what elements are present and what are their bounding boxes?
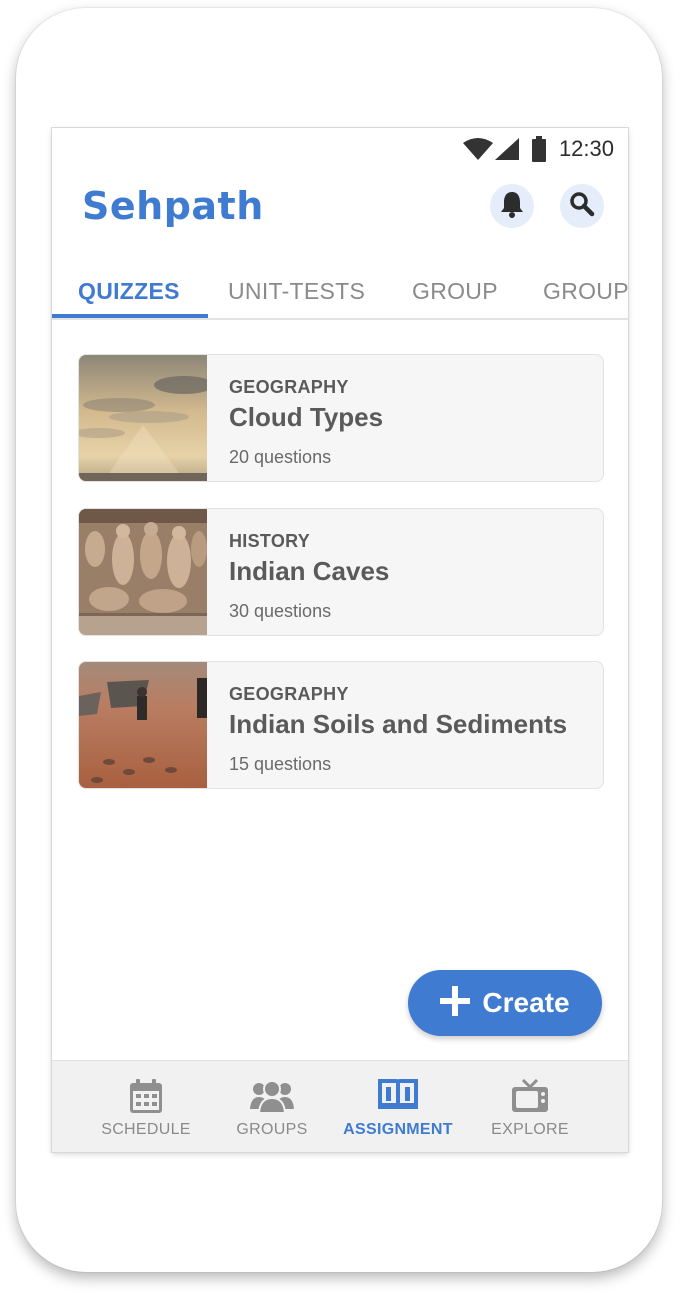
notifications-button[interactable] <box>490 184 534 228</box>
app-screen: 12:30 Sehpath QUIZZES UNIT-TESTS GROUP G… <box>52 128 628 1152</box>
nav-label: SCHEDULE <box>101 1121 191 1138</box>
quiz-subject: GEOGRAPHY <box>229 377 349 397</box>
signal-icon <box>495 138 519 165</box>
quiz-thumbnail-sky <box>79 355 207 481</box>
quiz-title: Cloud Types <box>229 402 384 432</box>
nav-assignment[interactable]: ASSIGNMENT <box>326 1061 470 1152</box>
quiz-card-indian-soils[interactable]: GEOGRAPHY Indian Soils and Sediments 15 … <box>78 661 604 789</box>
nav-label: ASSIGNMENT <box>343 1121 453 1138</box>
status-time: 12:30 <box>558 136 614 161</box>
quiz-question-count: 20 questions <box>229 447 332 467</box>
battery-icon <box>531 136 547 167</box>
tab-unit-tests[interactable]: UNIT-TESTS <box>228 278 365 305</box>
quiz-question-count: 15 questions <box>229 754 332 774</box>
calendar-icon <box>130 1079 162 1115</box>
tab-group-2[interactable]: GROUP <box>543 278 628 305</box>
quiz-card-cloud-types[interactable]: GEOGRAPHY Cloud Types 20 questions <box>78 354 604 482</box>
app-logo: Sehpath <box>82 184 264 228</box>
quiz-question-count: 30 questions <box>229 601 332 621</box>
create-button-label: Create <box>482 987 570 1018</box>
nav-label: GROUPS <box>236 1121 308 1138</box>
bell-icon <box>499 190 525 223</box>
create-button[interactable]: Create <box>408 970 602 1036</box>
book-icon <box>378 1079 418 1115</box>
search-button[interactable] <box>560 184 604 228</box>
wifi-icon <box>463 138 493 165</box>
quiz-card-indian-caves[interactable]: HISTORY Indian Caves 30 questions <box>78 508 604 636</box>
search-icon <box>569 191 595 222</box>
tab-quizzes[interactable]: QUIZZES <box>78 278 180 305</box>
nav-schedule[interactable]: SCHEDULE <box>74 1061 218 1152</box>
plus-icon <box>440 983 471 1023</box>
tab-bar: QUIZZES UNIT-TESTS GROUP GROUP <box>52 268 628 320</box>
quiz-thumbnail-soil <box>79 662 207 788</box>
nav-explore[interactable]: EXPLORE <box>458 1061 602 1152</box>
bottom-navigation: SCHEDULE GROUPS ASSIGNMENT EXPLORE <box>52 1060 628 1152</box>
quiz-thumbnail-sculpture <box>79 509 207 635</box>
nav-groups[interactable]: GROUPS <box>200 1061 344 1152</box>
quiz-subject: GEOGRAPHY <box>229 684 349 704</box>
tab-group[interactable]: GROUP <box>412 278 498 305</box>
quiz-title: Indian Soils and Sediments <box>229 709 568 739</box>
quiz-subject: HISTORY <box>229 531 311 551</box>
tv-icon <box>511 1078 549 1115</box>
active-tab-indicator <box>52 314 208 318</box>
status-bar: 12:30 <box>52 128 628 168</box>
people-icon <box>250 1079 294 1115</box>
nav-label: EXPLORE <box>491 1121 569 1138</box>
quiz-title: Indian Caves <box>229 556 390 586</box>
